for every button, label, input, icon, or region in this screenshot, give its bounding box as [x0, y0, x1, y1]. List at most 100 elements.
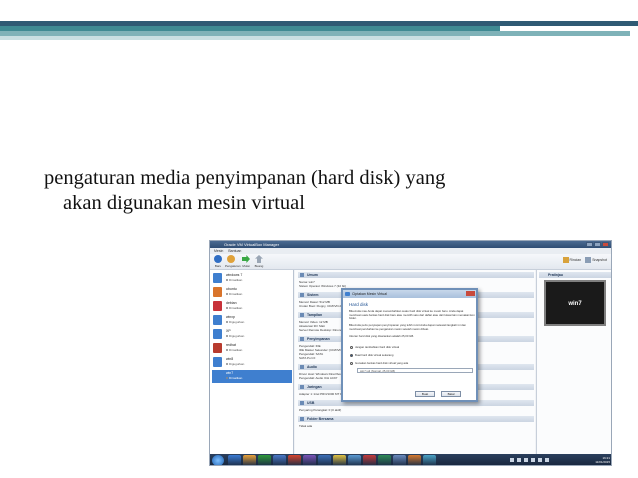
radio-existing-disk-label: Gunakan berkas hard disk virtual yang ad…	[355, 361, 409, 365]
tray-icon[interactable]	[545, 458, 549, 462]
taskbar-app-icon[interactable]	[393, 455, 406, 465]
details-toggle-label: Rincian	[569, 257, 582, 262]
os-icon	[213, 301, 222, 311]
state-icon	[226, 377, 228, 379]
radio-existing-disk[interactable]: Gunakan berkas hard disk virtual yang ad…	[350, 361, 408, 365]
detail-line: SATA Port 0:	[299, 356, 316, 360]
vm-list-item[interactable]: winxp Digugurkan	[212, 314, 292, 327]
radio-existing-disk-dot	[350, 361, 353, 365]
detail-line: Tidak ada	[299, 424, 313, 428]
detail-line: Sistem Operasi: Windows 7 (32 bit)	[299, 284, 347, 288]
taskbar-app-icon[interactable]	[303, 455, 316, 465]
taskbar-app-icon[interactable]	[318, 455, 331, 465]
clock-date: 11/01/2015	[595, 460, 610, 464]
taskbar-app-icon[interactable]	[363, 455, 376, 465]
vm-name: ubuntu	[226, 287, 237, 291]
section-header-shared[interactable]: Folder Bersama	[298, 416, 534, 422]
tray-icon[interactable]	[524, 458, 528, 462]
taskbar-app-icon[interactable]	[288, 455, 301, 465]
vm-state: Digugurkan	[229, 320, 245, 324]
close-button[interactable]	[602, 242, 609, 247]
slide-caption: pengaturan media penyimpanan (hard disk)…	[44, 166, 604, 216]
taskbar-app-icon[interactable]	[333, 455, 346, 465]
tray-icon[interactable]	[538, 458, 542, 462]
state-icon	[226, 279, 228, 281]
window-title: Oracle VM VirtualBox Manager	[224, 242, 280, 247]
disk-file-select[interactable]: win7.vdi (Normal, 25,00 GB)	[357, 368, 473, 373]
preview-screen: win7	[544, 280, 606, 326]
tray-icon[interactable]	[510, 458, 514, 462]
discard-button[interactable]: Buang	[253, 255, 265, 268]
create-button[interactable]: Buat	[415, 391, 435, 397]
vm-list-item[interactable]: XP Digugurkan	[212, 328, 292, 341]
tray-icon[interactable]	[517, 458, 521, 462]
start-button[interactable]: Mulai	[240, 255, 252, 268]
vm-name: winxp	[226, 315, 235, 319]
slide: pengaturan media penyimpanan (hard disk)…	[0, 0, 638, 478]
new-button[interactable]: Baru	[212, 255, 224, 268]
vm-list-item[interactable]: win7 Dimatikan	[212, 370, 292, 383]
vm-list-item[interactable]: redhat Dimatikan	[212, 342, 292, 355]
start-orb-icon[interactable]	[212, 455, 224, 465]
taskbar-app-icon[interactable]	[378, 455, 391, 465]
minimize-button[interactable]	[586, 242, 593, 247]
tray-icon[interactable]	[531, 458, 535, 462]
vm-list-item[interactable]: windows 7 Dimatikan	[212, 272, 292, 285]
virtualbox-screenshot: Oracle VM VirtualBox Manager Mesin Bantu…	[209, 240, 612, 466]
taskbar-app-icon[interactable]	[228, 455, 241, 465]
os-icon	[213, 273, 222, 283]
os-icon	[213, 343, 222, 353]
caption-line-1: pengaturan media penyimpanan (hard disk)…	[44, 167, 446, 189]
details-icon	[562, 257, 569, 263]
vm-name: win8	[226, 357, 234, 361]
os-icon	[213, 329, 222, 339]
taskbar-app-icon[interactable]	[423, 455, 436, 465]
section-header-general[interactable]: Umum	[298, 272, 534, 278]
snapshot-toggle[interactable]: Snapshot	[585, 257, 607, 263]
toolbar: Baru Pengaturan Mulai Buang Rincian Snap…	[210, 254, 611, 270]
taskbar-app-icon[interactable]	[243, 455, 256, 465]
state-icon	[226, 349, 228, 351]
dialog-close-button[interactable]	[466, 291, 475, 296]
gear-icon	[227, 255, 235, 263]
taskbar-app-icon[interactable]	[273, 455, 286, 465]
virtualbox-icon	[345, 292, 350, 296]
vm-list-item[interactable]: debian Dimatikan	[212, 300, 292, 313]
detail-line: Penyaring Perangkat: 0 (0 aktif)	[299, 408, 342, 412]
cancel-button[interactable]: Batal	[441, 391, 461, 397]
vm-name: windows 7	[226, 273, 243, 277]
radio-create-disk-dot	[350, 353, 353, 357]
os-icon	[213, 371, 222, 381]
vm-list-item[interactable]: ubuntu Dimatikan	[212, 286, 292, 299]
taskbar-app-icon[interactable]	[258, 455, 271, 465]
settings-button[interactable]: Pengaturan	[225, 255, 241, 268]
vm-state: Dimatikan	[229, 292, 243, 296]
taskbar-app-icon[interactable]	[408, 455, 421, 465]
camera-icon	[585, 257, 592, 263]
vm-state: Digugurkan	[229, 362, 245, 366]
vm-name: win7	[226, 371, 234, 375]
os-icon	[213, 357, 222, 367]
preview-header: Pratinjau	[539, 272, 611, 278]
vm-state: Dimatikan	[229, 376, 243, 380]
snapshot-toggle-label: Snapshot	[592, 257, 607, 262]
radio-no-disk-dot	[350, 345, 353, 349]
os-icon	[213, 315, 222, 325]
new-label: Baru	[214, 264, 222, 268]
radio-no-disk[interactable]: Jangan tambahkan hard disk virtual	[350, 345, 399, 349]
radio-create-disk[interactable]: Buat hard disk virtual sekarang	[350, 353, 393, 357]
maximize-button[interactable]	[594, 242, 601, 247]
os-icon	[213, 287, 222, 297]
dialog-titlebar: Ciptakan Mesin Virtual	[343, 290, 476, 298]
state-icon	[226, 363, 228, 365]
dialog-paragraph-1: Bila Anda mau Anda dapat menambahkan sua…	[349, 309, 475, 320]
details-toggle[interactable]: Rincian	[562, 257, 582, 263]
dialog-paragraph-3: Ukuran hard disk yang disarankan adalah …	[349, 334, 414, 338]
radio-create-disk-label: Buat hard disk virtual sekarang	[355, 353, 394, 357]
state-icon	[226, 293, 228, 295]
state-icon	[226, 321, 228, 323]
vm-state: Dimatikan	[229, 348, 243, 352]
settings-label: Pengaturan	[225, 264, 241, 268]
taskbar-app-icon[interactable]	[348, 455, 361, 465]
vm-list-item[interactable]: win8 Digugurkan	[212, 356, 292, 369]
